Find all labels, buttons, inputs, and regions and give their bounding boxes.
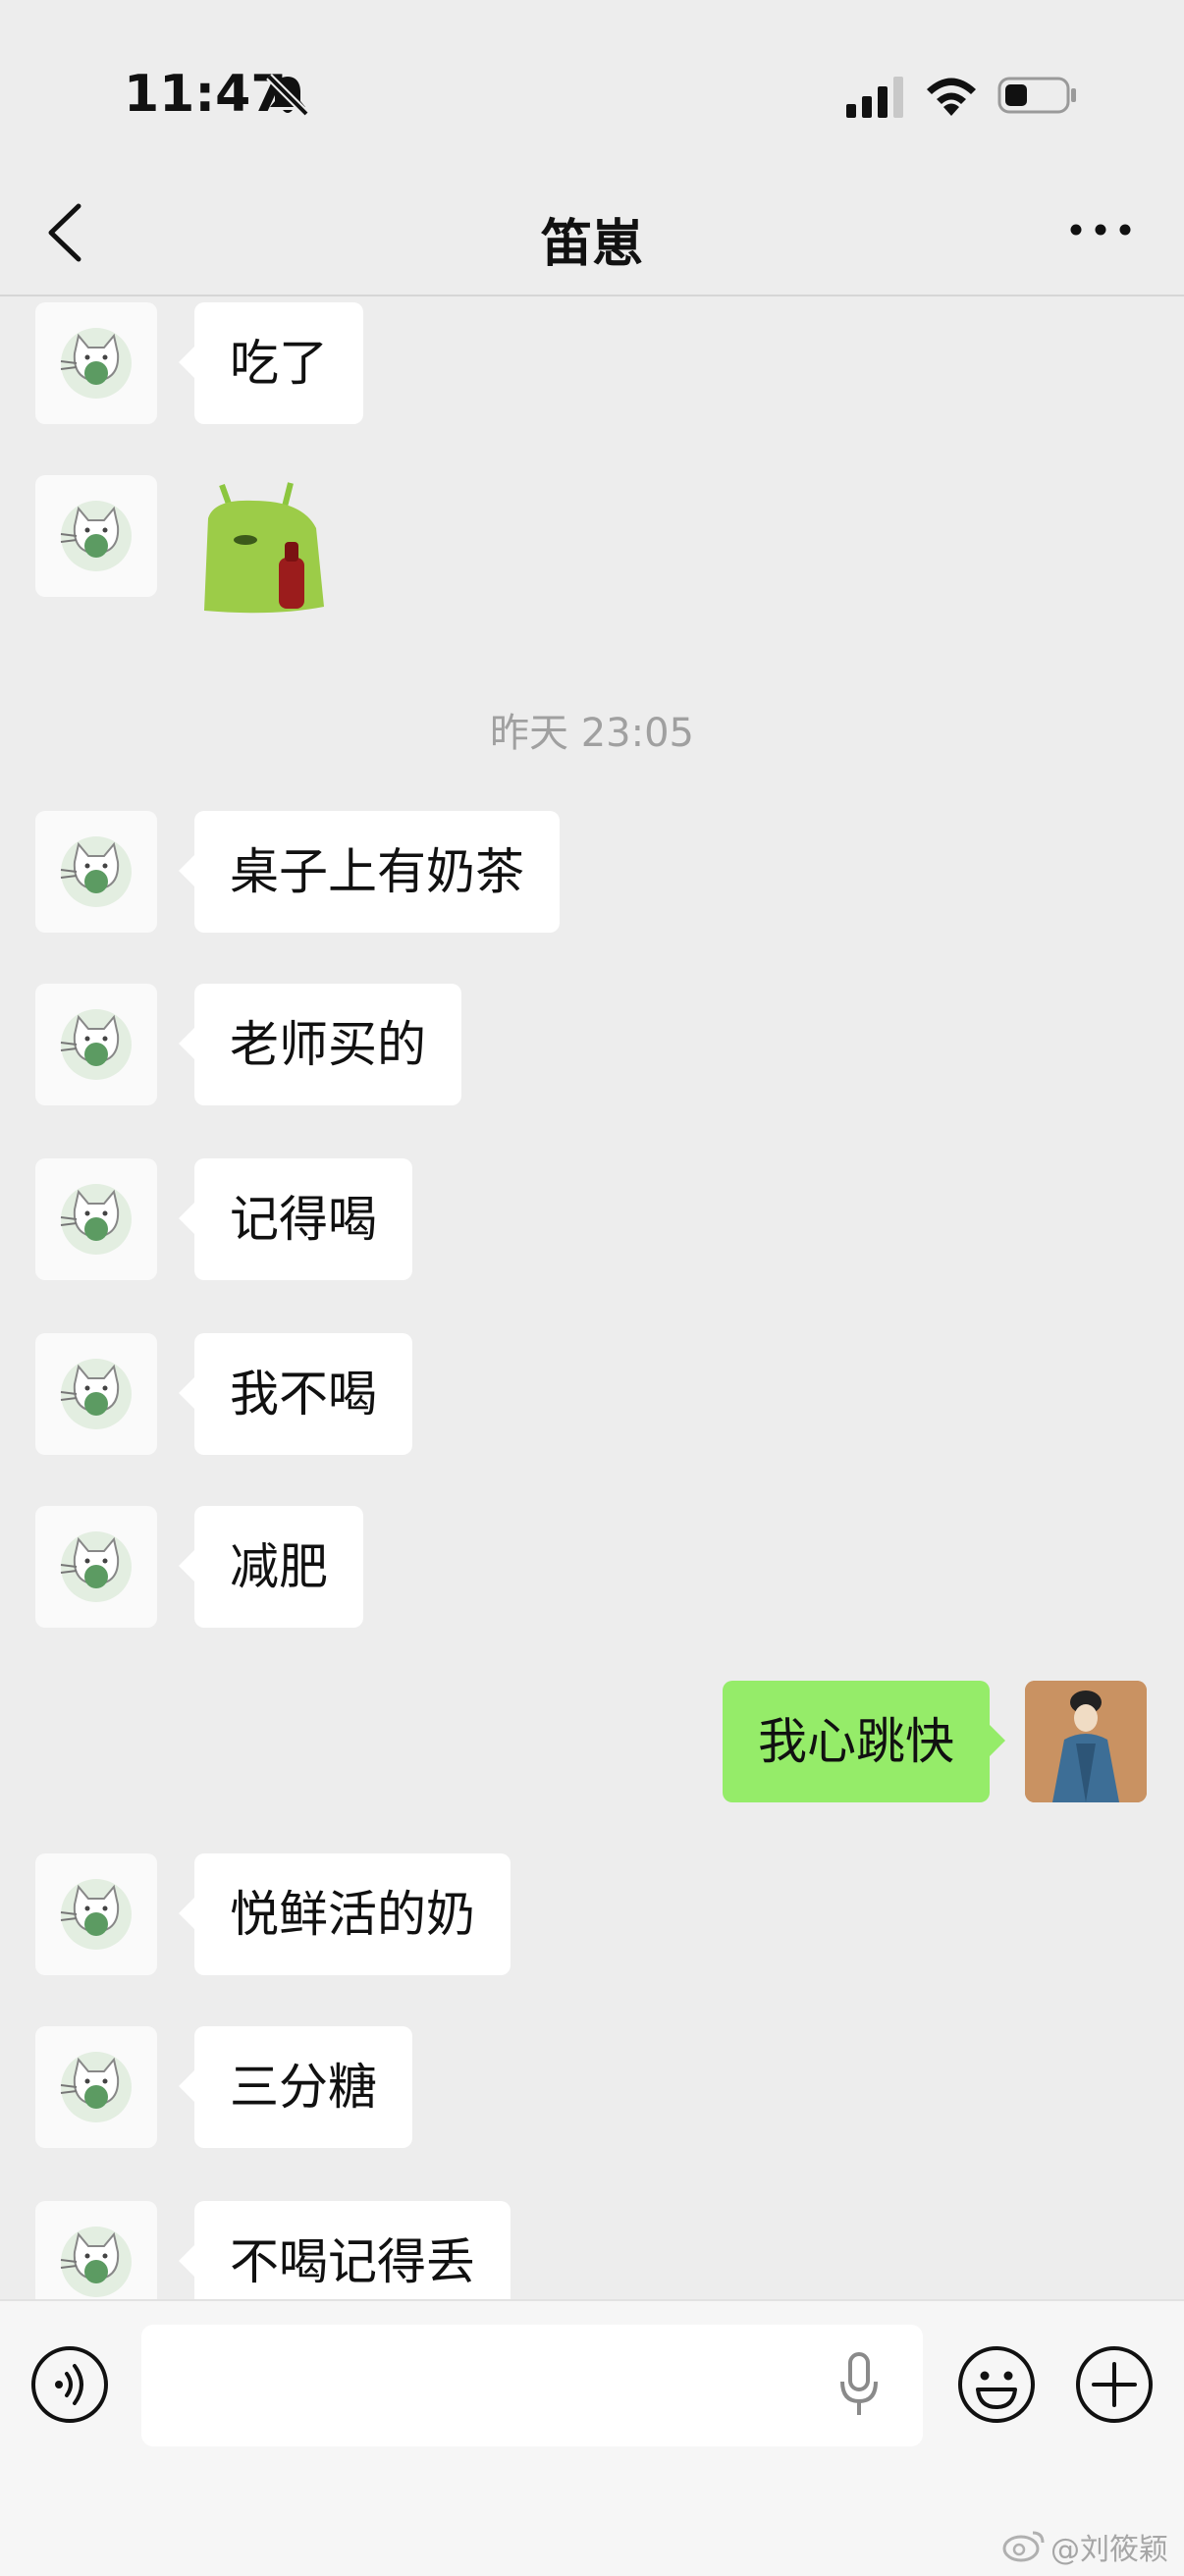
plus-icon[interactable]: [1074, 2344, 1155, 2425]
status-time: 11:47: [124, 65, 287, 124]
cellular-signal-icon: [846, 77, 903, 118]
cat-avatar-icon: [60, 1009, 132, 1080]
cat-avatar-icon: [60, 328, 132, 399]
input-bar: @刘筱颖: [0, 2299, 1184, 2576]
message-bubble[interactable]: 三分糖: [179, 2026, 412, 2148]
cat-avatar-icon: [60, 501, 132, 571]
status-bar: 11:47: [0, 0, 1184, 177]
cat-avatar-icon: [60, 2227, 132, 2297]
message-bubble[interactable]: 记得喝: [179, 1158, 412, 1280]
cat-avatar-icon: [60, 1359, 132, 1429]
contact-avatar[interactable]: [35, 302, 157, 424]
message-bubble[interactable]: 桌子上有奶茶: [179, 811, 560, 933]
voice-icon[interactable]: [29, 2344, 110, 2425]
wifi-icon: [927, 78, 976, 116]
more-dots-icon[interactable]: [1068, 220, 1133, 240]
microphone-icon[interactable]: [836, 2350, 882, 2419]
cat-avatar-icon: [60, 1879, 132, 1950]
contact-avatar[interactable]: [35, 811, 157, 933]
message-bubble[interactable]: 老师买的: [179, 984, 461, 1105]
contact-avatar[interactable]: [35, 1853, 157, 1975]
nav-bar: 笛崽: [0, 177, 1184, 296]
weibo-logo-icon: [1002, 2531, 1045, 2562]
contact-avatar[interactable]: [35, 1333, 157, 1455]
contact-avatar[interactable]: [35, 1506, 157, 1628]
green-creature-sticker[interactable]: [194, 479, 334, 618]
my-message-bubble[interactable]: 我心跳快: [723, 1681, 1005, 1802]
chat-title: 笛崽: [540, 215, 643, 274]
message-bubble[interactable]: 我不喝: [179, 1333, 412, 1455]
cat-avatar-icon: [60, 2052, 132, 2122]
contact-avatar[interactable]: [35, 2026, 157, 2148]
message-bubble[interactable]: 不喝记得丢: [179, 2201, 511, 2299]
message-bubble[interactable]: 减肥: [179, 1506, 363, 1628]
contact-avatar[interactable]: [35, 1158, 157, 1280]
message-bubble[interactable]: 吃了: [179, 302, 363, 424]
bell-slash-icon: [266, 74, 309, 117]
my-avatar[interactable]: [1025, 1681, 1147, 1802]
contact-avatar[interactable]: [35, 984, 157, 1105]
contact-avatar[interactable]: [35, 475, 157, 597]
cat-avatar-icon: [60, 836, 132, 907]
battery-icon: [997, 77, 1076, 114]
chat-message-list[interactable]: 吃了 昨天 23:05 桌子上有奶茶 老师买的 记得喝 我不喝 减肥 我心跳快 …: [0, 296, 1184, 2299]
message-timestamp: 昨天 23:05: [490, 711, 694, 756]
cat-avatar-icon: [60, 1531, 132, 1602]
emoji-icon[interactable]: [956, 2344, 1037, 2425]
contact-avatar[interactable]: [35, 2201, 157, 2299]
message-input[interactable]: [141, 2325, 923, 2446]
cat-avatar-icon: [60, 1184, 132, 1255]
message-bubble[interactable]: 悦鲜活的奶: [179, 1853, 511, 1975]
watermark: @刘筱颖: [1050, 2533, 1168, 2567]
painted-lady-avatar-icon: [1025, 1681, 1147, 1802]
